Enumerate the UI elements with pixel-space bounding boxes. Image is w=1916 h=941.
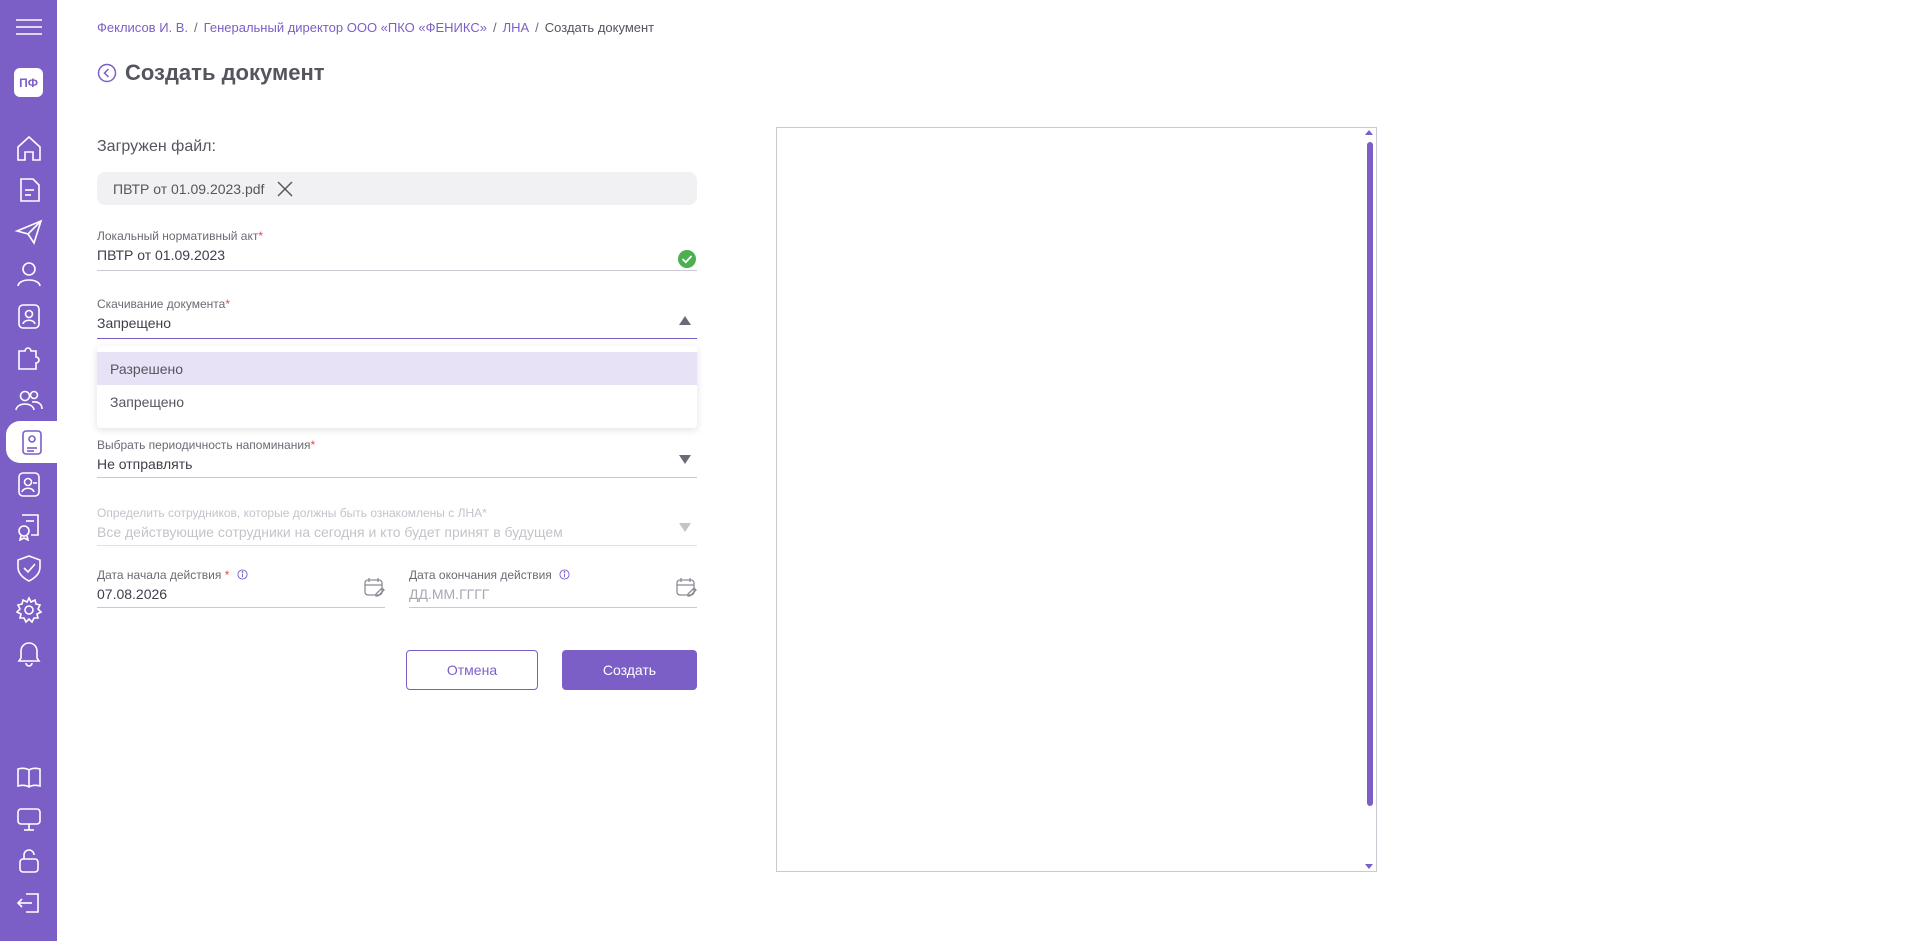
calendar-icon[interactable] bbox=[363, 576, 385, 598]
uploaded-file-chip: ПВТР от 01.09.2023.pdf bbox=[97, 172, 697, 205]
end-date-input[interactable]: ДД.ММ.ГГГГ bbox=[409, 586, 697, 606]
unlock-icon[interactable] bbox=[0, 840, 57, 882]
dropdown-option[interactable]: Запрещено bbox=[97, 385, 697, 418]
reminder-value: Не отправлять bbox=[97, 456, 193, 472]
logout-icon[interactable] bbox=[0, 882, 57, 924]
page-header: Создать документ bbox=[97, 60, 325, 86]
sidebar: ПФ bbox=[0, 0, 57, 941]
download-label: Скачивание документа bbox=[97, 297, 226, 311]
user-card-icon[interactable] bbox=[0, 463, 57, 505]
required-mark: * bbox=[224, 568, 230, 582]
open-book-icon[interactable] bbox=[0, 756, 57, 798]
download-dropdown: Разрешено Запрещено bbox=[97, 346, 697, 428]
cancel-button[interactable]: Отмена bbox=[406, 650, 538, 690]
start-date-field[interactable]: Дата начала действия * 07.08.2026 bbox=[97, 568, 385, 608]
home-icon[interactable] bbox=[0, 127, 57, 169]
document-icon[interactable] bbox=[0, 169, 57, 211]
info-icon[interactable] bbox=[559, 569, 570, 580]
end-date-field[interactable]: Дата окончания действия ДД.ММ.ГГГГ bbox=[409, 568, 697, 608]
download-select[interactable]: Скачивание документа* Запрещено bbox=[97, 297, 697, 339]
breadcrumb-lna[interactable]: ЛНА bbox=[503, 20, 530, 35]
puzzle-icon[interactable] bbox=[0, 337, 57, 379]
dropdown-option[interactable]: Разрешено bbox=[97, 352, 697, 385]
chevron-up-icon[interactable] bbox=[679, 316, 691, 325]
chevron-down-icon bbox=[679, 523, 691, 532]
employees-label: Определить сотрудников, которые должны б… bbox=[97, 506, 483, 520]
bell-icon[interactable] bbox=[0, 631, 57, 673]
certificate-icon[interactable] bbox=[0, 505, 57, 547]
required-mark: * bbox=[310, 438, 316, 452]
paper-plane-icon[interactable] bbox=[0, 211, 57, 253]
calendar-icon[interactable] bbox=[675, 576, 697, 598]
uploaded-file-label: Загружен файл: bbox=[97, 138, 216, 155]
employees-value: Все действующие сотрудники на сегодня и … bbox=[97, 524, 563, 540]
breadcrumb: Феклисов И. В. / Генеральный директор ОО… bbox=[97, 20, 654, 35]
shield-check-icon[interactable] bbox=[0, 547, 57, 589]
download-value: Запрещено bbox=[97, 315, 172, 331]
lna-value: ПВТР от 01.09.2023 bbox=[97, 247, 226, 263]
employees-select: Определить сотрудников, которые должны б… bbox=[97, 506, 697, 546]
required-mark: * bbox=[225, 297, 230, 311]
badge-icon[interactable] bbox=[0, 295, 57, 337]
start-date-value: 07.08.2026 bbox=[97, 586, 168, 602]
reminder-label: Выбрать периодичность напоминания bbox=[97, 438, 311, 452]
success-check-icon bbox=[678, 250, 696, 268]
chevron-down-icon[interactable] bbox=[679, 455, 691, 464]
start-date-label: Дата начала действия bbox=[97, 568, 222, 582]
presentation-icon[interactable] bbox=[0, 798, 57, 840]
info-icon[interactable] bbox=[237, 569, 248, 580]
team-icon[interactable] bbox=[0, 379, 57, 421]
uploaded-file-name: ПВТР от 01.09.2023.pdf bbox=[113, 180, 265, 197]
org-logo[interactable]: ПФ bbox=[14, 68, 43, 97]
user-icon[interactable] bbox=[0, 253, 57, 295]
page-title: Создать документ bbox=[125, 60, 325, 85]
end-date-label: Дата окончания действия bbox=[409, 568, 552, 582]
breadcrumb-separator: / bbox=[535, 20, 539, 35]
back-icon[interactable] bbox=[97, 63, 117, 83]
scrollbar[interactable] bbox=[1367, 142, 1373, 806]
breadcrumb-position[interactable]: Генеральный директор ООО «ПКО «ФЕНИКС» bbox=[204, 20, 487, 35]
lna-label: Локальный нормативный акт bbox=[97, 229, 259, 243]
reminder-select[interactable]: Выбрать периодичность напоминания* Не от… bbox=[97, 438, 697, 478]
scroll-up-arrow[interactable] bbox=[1365, 130, 1373, 135]
breadcrumb-separator: / bbox=[492, 20, 497, 35]
breadcrumb-separator: / bbox=[194, 20, 198, 35]
menu-icon[interactable] bbox=[0, 6, 57, 48]
breadcrumb-employee[interactable]: Феклисов И. В. bbox=[97, 20, 188, 35]
lna-field[interactable]: Локальный нормативный акт* ПВТР от 01.09… bbox=[97, 229, 697, 271]
required-mark: * bbox=[482, 506, 487, 520]
breadcrumb-current: Создать документ bbox=[544, 20, 655, 35]
document-preview bbox=[776, 127, 1377, 872]
scroll-down-arrow[interactable] bbox=[1365, 864, 1373, 869]
gear-icon[interactable] bbox=[0, 589, 57, 631]
required-mark: * bbox=[258, 229, 264, 243]
close-icon[interactable] bbox=[276, 180, 294, 198]
lna-book-icon[interactable] bbox=[6, 421, 57, 463]
create-button[interactable]: Создать bbox=[562, 650, 697, 690]
